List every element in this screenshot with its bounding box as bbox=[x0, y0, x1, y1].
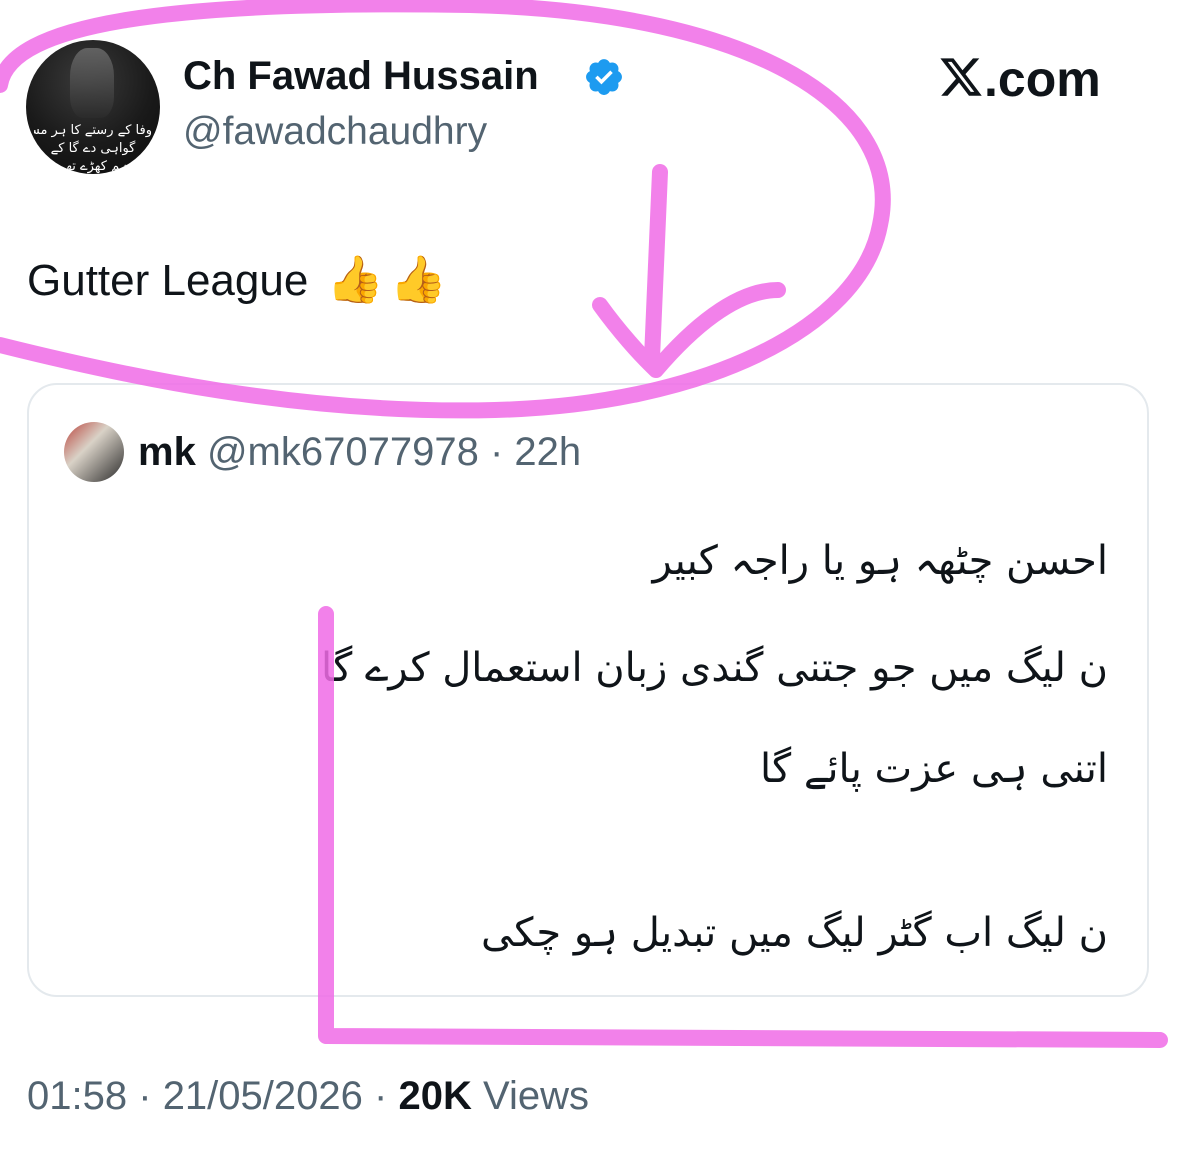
brand-domain: .com bbox=[984, 51, 1101, 107]
avatar-caption: وفا کے رستے کا ہر مسافر گواہی دے گا کے ہ… bbox=[34, 122, 152, 174]
quoted-text-line: اتنی ہی عزت پائے گا bbox=[759, 746, 1108, 792]
quoted-tweet-header: mk @mk67077978 · 22h bbox=[138, 430, 581, 475]
avatar-figure bbox=[70, 48, 114, 118]
avatar-caption-line: وفا کے رستے کا ہر مسافر bbox=[34, 123, 152, 138]
views-label: Views bbox=[482, 1074, 589, 1118]
thumbs-up-icon: 👍 bbox=[326, 252, 384, 306]
quoted-author-handle[interactable]: @mk67077978 bbox=[207, 430, 479, 474]
annotation-arrow bbox=[592, 164, 786, 378]
quoted-author-avatar[interactable] bbox=[64, 422, 124, 482]
quoted-text-line: احسن چٹھہ ہو یا راجہ کبیر bbox=[652, 538, 1109, 584]
quoted-separator: · bbox=[489, 430, 504, 474]
thumbs-up-icon: 👍 bbox=[389, 252, 448, 306]
tweet-date[interactable]: 21/05/2026 bbox=[163, 1074, 363, 1118]
quoted-author-name[interactable]: mk bbox=[138, 430, 196, 474]
views-count: 20K bbox=[398, 1074, 472, 1118]
meta-separator: · bbox=[374, 1074, 388, 1118]
tweet-meta: 01:58 · 21/05/2026 · 20K Views bbox=[27, 1074, 589, 1119]
quoted-timestamp[interactable]: 22h bbox=[514, 430, 581, 474]
author-display-name[interactable]: Ch Fawad Hussain bbox=[183, 54, 539, 99]
tweet-text-content: Gutter League bbox=[27, 256, 309, 305]
quoted-text-line: ن لیگ میں جو جتنی گندی زبان استعمال کرے … bbox=[321, 645, 1108, 691]
meta-separator: · bbox=[138, 1074, 152, 1118]
tweet-time[interactable]: 01:58 bbox=[27, 1074, 127, 1118]
avatar-caption-line: گواہی دے گا کے bbox=[50, 141, 136, 156]
quoted-text-line: ن لیگ اب گٹر لیگ میں تبدیل ہو چکی bbox=[481, 910, 1108, 956]
avatar-caption-line: ہم کھڑے تھے bbox=[58, 159, 128, 174]
author-handle[interactable]: @fawadchaudhry bbox=[183, 110, 487, 154]
x-logo-icon bbox=[940, 58, 982, 96]
verified-badge-icon bbox=[586, 59, 622, 95]
author-avatar[interactable]: وفا کے رستے کا ہر مسافر گواہی دے گا کے ہ… bbox=[26, 40, 160, 174]
tweet-text: Gutter League 👍 👍 bbox=[27, 252, 447, 307]
